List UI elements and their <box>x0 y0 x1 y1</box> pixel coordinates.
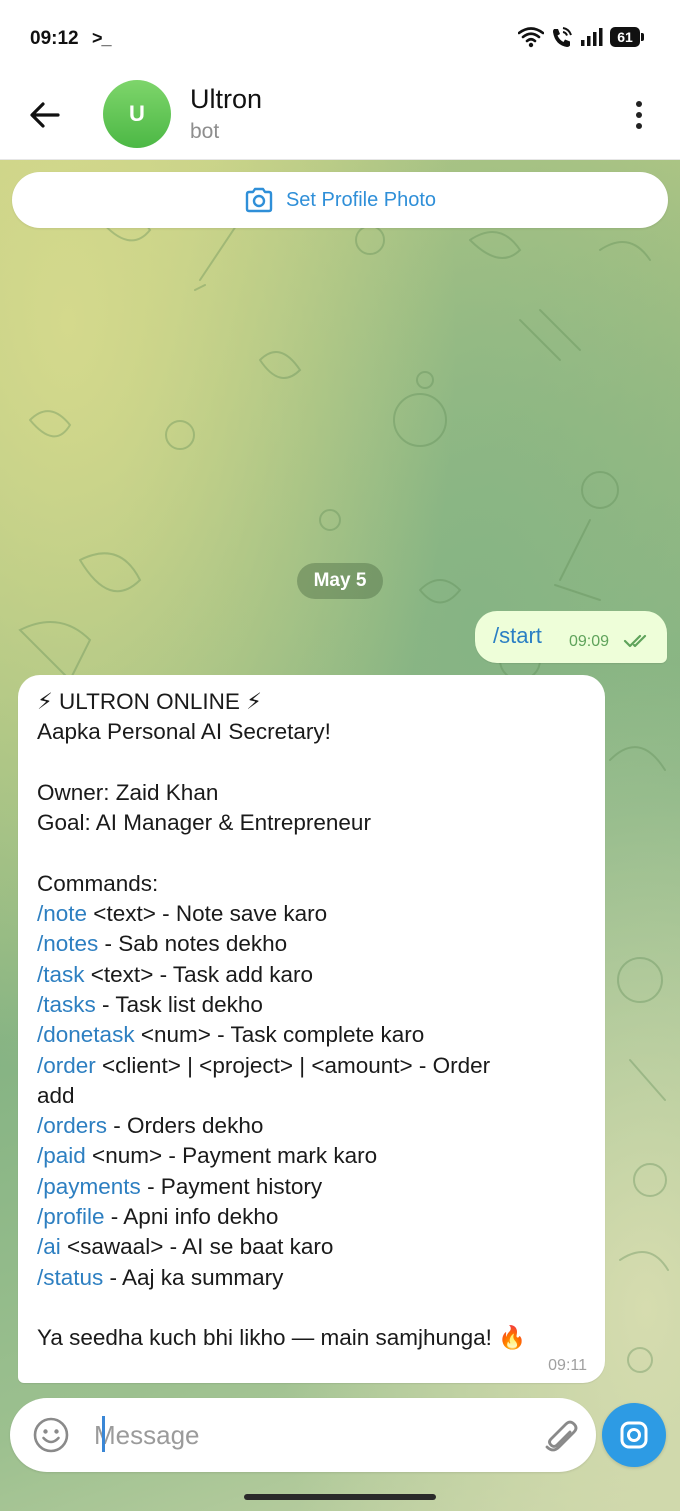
command-link[interactable]: /orders <box>37 1113 107 1138</box>
incoming-message-time: 09:11 <box>548 1357 587 1374</box>
message-line: Aapka Personal AI Secretary! <box>37 719 331 745</box>
chat-header: U Ultron bot <box>0 80 680 160</box>
message-line: add <box>37 1082 75 1108</box>
command-link[interactable]: /ai <box>37 1234 61 1259</box>
outgoing-message-time: 09:09 <box>569 633 610 650</box>
camera-button[interactable] <box>602 1403 666 1467</box>
more-options-button[interactable] <box>620 96 658 134</box>
paperclip-icon[interactable] <box>540 1416 580 1456</box>
back-arrow-icon <box>30 102 60 128</box>
outgoing-message[interactable]: /start 09:09 <box>475 611 667 663</box>
message-line <box>37 1293 597 1323</box>
text-caret <box>102 1416 105 1452</box>
command-link[interactable]: /note <box>37 901 87 926</box>
battery-icon: 61 <box>610 27 644 47</box>
command-link[interactable]: /order <box>37 1053 96 1078</box>
command-description: <num> - Payment mark karo <box>85 1143 378 1169</box>
command-link[interactable]: /task <box>37 962 85 987</box>
message-input[interactable] <box>94 1412 514 1458</box>
message-line: /tasks - Task list dekho <box>37 990 597 1020</box>
message-composer <box>10 1398 596 1472</box>
message-line: /paid <num> - Payment mark karo <box>37 1141 597 1171</box>
status-bar: 09:12 >_ 61 <box>0 0 680 80</box>
command-description: <text> - Task add karo <box>84 961 313 987</box>
set-profile-photo-label: Set Profile Photo <box>285 188 437 211</box>
date-separator: May 5 <box>297 563 383 599</box>
command-description: <num> - Task complete karo <box>134 1022 425 1048</box>
message-line: /orders - Orders dekho <box>37 1111 597 1141</box>
outgoing-message-text[interactable]: /start <box>493 623 542 649</box>
command-description: <text> - Note save karo <box>87 901 328 927</box>
message-line: /order <client> | <project> | <amount> -… <box>37 1051 597 1081</box>
message-line: /payments - Payment history <box>37 1172 597 1202</box>
message-line: /notes - Sab notes dekho <box>37 929 597 959</box>
message-line: /task <text> - Task add karo <box>37 960 597 990</box>
command-description: - Orders dekho <box>107 1113 264 1139</box>
incoming-message[interactable]: ⚡ ULTRON ONLINE ⚡ Aapka Personal AI Secre… <box>18 675 605 1383</box>
message-line: ⚡ ULTRON ONLINE ⚡ <box>37 689 262 714</box>
message-line: /profile - Apni info dekho <box>37 1202 597 1232</box>
chat-subtitle: bot <box>190 120 220 143</box>
incoming-message-body: ⚡ ULTRON ONLINE ⚡ Aapka Personal AI Secre… <box>37 687 597 1354</box>
message-line <box>37 748 597 778</box>
command-link[interactable]: /payments <box>37 1174 141 1199</box>
status-icons: 61 <box>518 26 644 48</box>
command-link[interactable]: /donetask <box>37 1022 135 1047</box>
command-link[interactable]: /paid <box>37 1143 86 1168</box>
avatar[interactable]: U <box>103 80 171 148</box>
message-line <box>37 838 597 868</box>
command-description: - Sab notes dekho <box>98 931 288 957</box>
command-description: - Aaj ka summary <box>103 1264 284 1290</box>
command-link[interactable]: /status <box>37 1265 103 1290</box>
wifi-icon <box>518 27 544 48</box>
message-line: Ya seedha kuch bhi likho — main samjhung… <box>37 1325 527 1351</box>
chat-title[interactable]: Ultron <box>190 84 262 115</box>
terminal-icon: >_ <box>92 28 112 48</box>
back-button[interactable] <box>24 94 66 136</box>
message-line: Owner: Zaid Khan <box>37 779 219 805</box>
command-link[interactable]: /notes <box>37 931 98 956</box>
message-line: /note <text> - Note save karo <box>37 899 597 929</box>
set-profile-photo-button[interactable]: Set Profile Photo <box>12 172 668 228</box>
command-description: <client> | <project> | <amount> - Order <box>95 1052 491 1078</box>
double-check-icon <box>623 634 647 648</box>
command-description: - Payment history <box>140 1173 323 1199</box>
camera-icon <box>620 1421 648 1449</box>
home-indicator <box>244 1494 436 1500</box>
message-line: Commands: <box>37 870 159 896</box>
wifi-call-icon <box>553 27 572 47</box>
command-description: - Apni info dekho <box>104 1204 279 1230</box>
message-line: /status - Aaj ka summary <box>37 1263 597 1293</box>
status-time: 09:12 <box>30 28 79 49</box>
message-line: /ai <sawaal> - AI se baat karo <box>37 1232 597 1262</box>
signal-icon <box>581 28 603 46</box>
command-link[interactable]: /profile <box>37 1204 105 1229</box>
command-description: - Task list dekho <box>95 991 263 1017</box>
more-vertical-icon <box>636 101 642 107</box>
message-line: Goal: AI Manager & Entrepreneur <box>37 810 371 836</box>
emoji-icon[interactable] <box>32 1416 70 1454</box>
command-link[interactable]: /tasks <box>37 992 96 1017</box>
command-description: <sawaal> - AI se baat karo <box>60 1234 334 1260</box>
message-line: /donetask <num> - Task complete karo <box>37 1020 597 1050</box>
camera-icon <box>245 187 273 213</box>
